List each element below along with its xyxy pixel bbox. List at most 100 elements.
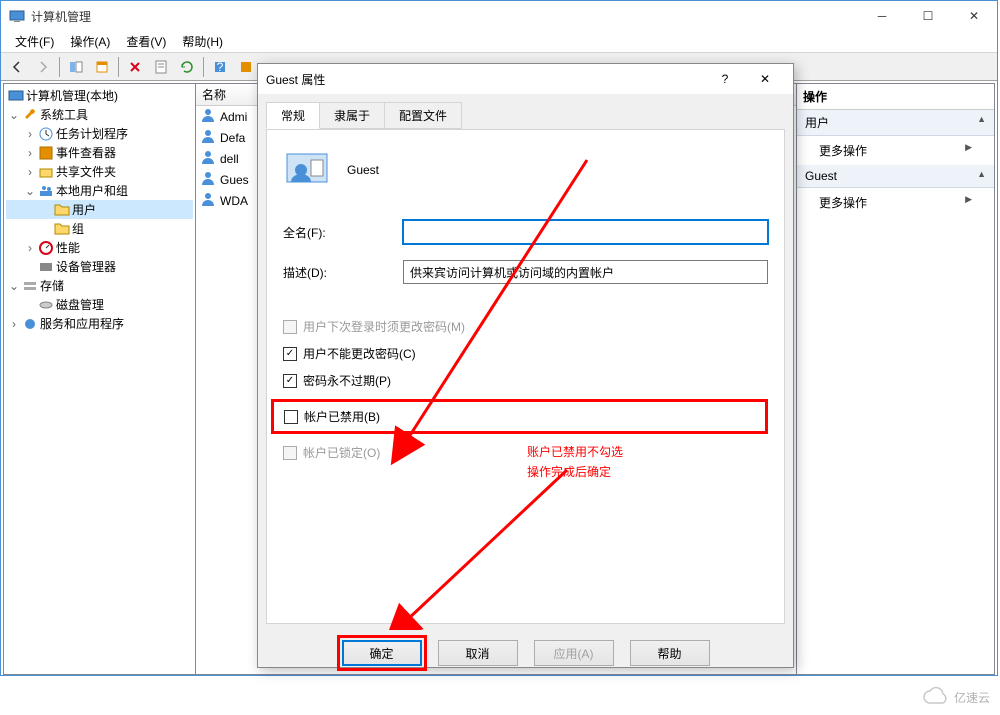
toolbar-separator [59, 57, 60, 77]
wrench-icon [22, 107, 38, 123]
actions-more-user[interactable]: 更多操作▶ [797, 136, 994, 165]
svg-text:?: ? [217, 60, 224, 74]
tab-general[interactable]: 常规 [266, 102, 320, 129]
tab-panel-general: Guest 全名(F): 描述(D): 用户下次登录时须更改密码(M) 用户不能… [266, 129, 785, 624]
actions-group-guest[interactable]: Guest▲ [797, 165, 994, 188]
checkbox-icon [284, 410, 298, 424]
collapse-icon: ▲ [977, 169, 986, 183]
user-icon [200, 191, 216, 210]
dialog-help-button[interactable]: ? [705, 66, 745, 92]
cancel-button[interactable]: 取消 [438, 640, 518, 666]
tree-disk-management[interactable]: 磁盘管理 [6, 295, 193, 314]
minimize-button[interactable]: ─ [859, 1, 905, 31]
close-button[interactable]: ✕ [951, 1, 997, 31]
services-icon [22, 316, 38, 332]
tab-member-of[interactable]: 隶属于 [319, 102, 385, 129]
actions-more-guest[interactable]: 更多操作▶ [797, 188, 994, 217]
fullname-label: 全名(F): [283, 224, 403, 241]
user-icon [200, 149, 216, 168]
annotation-text: 账户已禁用不勾选 操作完成后确定 [527, 442, 623, 483]
checkbox-password-never-expires[interactable]: 密码永不过期(P) [283, 372, 768, 389]
titlebar: 计算机管理 ─ ☐ ✕ [1, 1, 997, 31]
tree-task-scheduler[interactable]: › 任务计划程序 [6, 124, 193, 143]
menu-file[interactable]: 文件(F) [7, 31, 62, 52]
checkbox-cannot-change-password[interactable]: 用户不能更改密码(C) [283, 345, 768, 362]
checkbox-icon [283, 347, 297, 361]
menu-view[interactable]: 查看(V) [118, 31, 174, 52]
tree-device-manager[interactable]: 设备管理器 [6, 257, 193, 276]
ok-button[interactable]: 确定 [342, 640, 422, 666]
forward-button[interactable] [31, 55, 55, 79]
actions-title: 操作 [797, 84, 994, 110]
user-avatar-icon [283, 146, 331, 194]
annotation-arrow [387, 460, 627, 630]
user-icon [200, 128, 216, 147]
actions-group-user[interactable]: 用户▲ [797, 110, 994, 136]
delete-button[interactable] [123, 55, 147, 79]
menu-bar: 文件(F) 操作(A) 查看(V) 帮助(H) [1, 31, 997, 53]
share-icon [38, 164, 54, 180]
tree-local-users-groups[interactable]: ⌄ 本地用户和组 [6, 181, 193, 200]
export-button[interactable] [175, 55, 199, 79]
collapse-icon: ▲ [977, 114, 986, 131]
checkbox-icon [283, 446, 297, 460]
tree-performance[interactable]: › 性能 [6, 238, 193, 257]
tree-event-viewer[interactable]: › 事件查看器 [6, 143, 193, 162]
description-label: 描述(D): [283, 264, 403, 281]
device-icon [38, 259, 54, 275]
maximize-button[interactable]: ☐ [905, 1, 951, 31]
description-input[interactable] [403, 260, 768, 284]
tab-profile[interactable]: 配置文件 [384, 102, 462, 129]
performance-icon [38, 240, 54, 256]
tree-shared-folders[interactable]: › 共享文件夹 [6, 162, 193, 181]
dialog-tabs: 常规 隶属于 配置文件 [258, 94, 793, 129]
back-button[interactable] [5, 55, 29, 79]
dialog-title: Guest 属性 [266, 71, 705, 88]
fullname-input[interactable] [403, 220, 768, 244]
help2-button[interactable] [234, 55, 258, 79]
dialog-username: Guest [347, 163, 379, 177]
checkbox-icon [283, 374, 297, 388]
checkbox-must-change-password: 用户下次登录时须更改密码(M) [283, 318, 768, 335]
computer-icon [8, 88, 24, 104]
user-icon [200, 170, 216, 189]
menu-help[interactable]: 帮助(H) [174, 31, 231, 52]
event-icon [38, 145, 54, 161]
menu-action[interactable]: 操作(A) [62, 31, 118, 52]
tree-services-apps[interactable]: › 服务和应用程序 [6, 314, 193, 333]
clock-icon [38, 126, 54, 142]
toolbar-separator [118, 57, 119, 77]
actions-pane: 操作 用户▲ 更多操作▶ Guest▲ 更多操作▶ [796, 84, 994, 674]
tree-system-tools[interactable]: ⌄ 系统工具 [6, 105, 193, 124]
dialog-close-button[interactable]: ✕ [745, 66, 785, 92]
window-title: 计算机管理 [31, 8, 859, 25]
navigation-tree[interactable]: 计算机管理(本地) ⌄ 系统工具 › 任务计划程序 › 事件查看器 › 共享文件… [4, 84, 196, 674]
disk-icon [38, 297, 54, 313]
chevron-right-icon: ▶ [965, 194, 972, 211]
storage-icon [22, 278, 38, 294]
tree-groups[interactable]: 组 [6, 219, 193, 238]
chevron-right-icon: ▶ [965, 142, 972, 159]
users-icon [38, 183, 54, 199]
checkbox-account-disabled[interactable]: 帐户已禁用(B) [271, 399, 768, 434]
properties-button[interactable] [90, 55, 114, 79]
checkbox-icon [283, 320, 297, 334]
tree-root[interactable]: 计算机管理(本地) [6, 86, 193, 105]
cloud-icon [922, 687, 950, 707]
dialog-button-bar: 确定 取消 应用(A) 帮助 [258, 632, 793, 674]
user-icon [200, 107, 216, 126]
watermark: 亿速云 [922, 687, 990, 707]
dialog-titlebar: Guest 属性 ? ✕ [258, 64, 793, 94]
tree-storage[interactable]: ⌄ 存储 [6, 276, 193, 295]
tree-users[interactable]: 用户 [6, 200, 193, 219]
properties-dialog: Guest 属性 ? ✕ 常规 隶属于 配置文件 Guest 全名(F): 描述… [257, 63, 794, 668]
help-button[interactable]: 帮助 [630, 640, 710, 666]
toolbar-separator [203, 57, 204, 77]
folder-icon [54, 221, 70, 237]
show-hide-tree-button[interactable] [64, 55, 88, 79]
help-button[interactable]: ? [208, 55, 232, 79]
apply-button[interactable]: 应用(A) [534, 640, 614, 666]
computer-management-icon [9, 8, 25, 24]
checkbox-account-locked: 帐户已锁定(O) [283, 444, 768, 461]
refresh-button[interactable] [149, 55, 173, 79]
